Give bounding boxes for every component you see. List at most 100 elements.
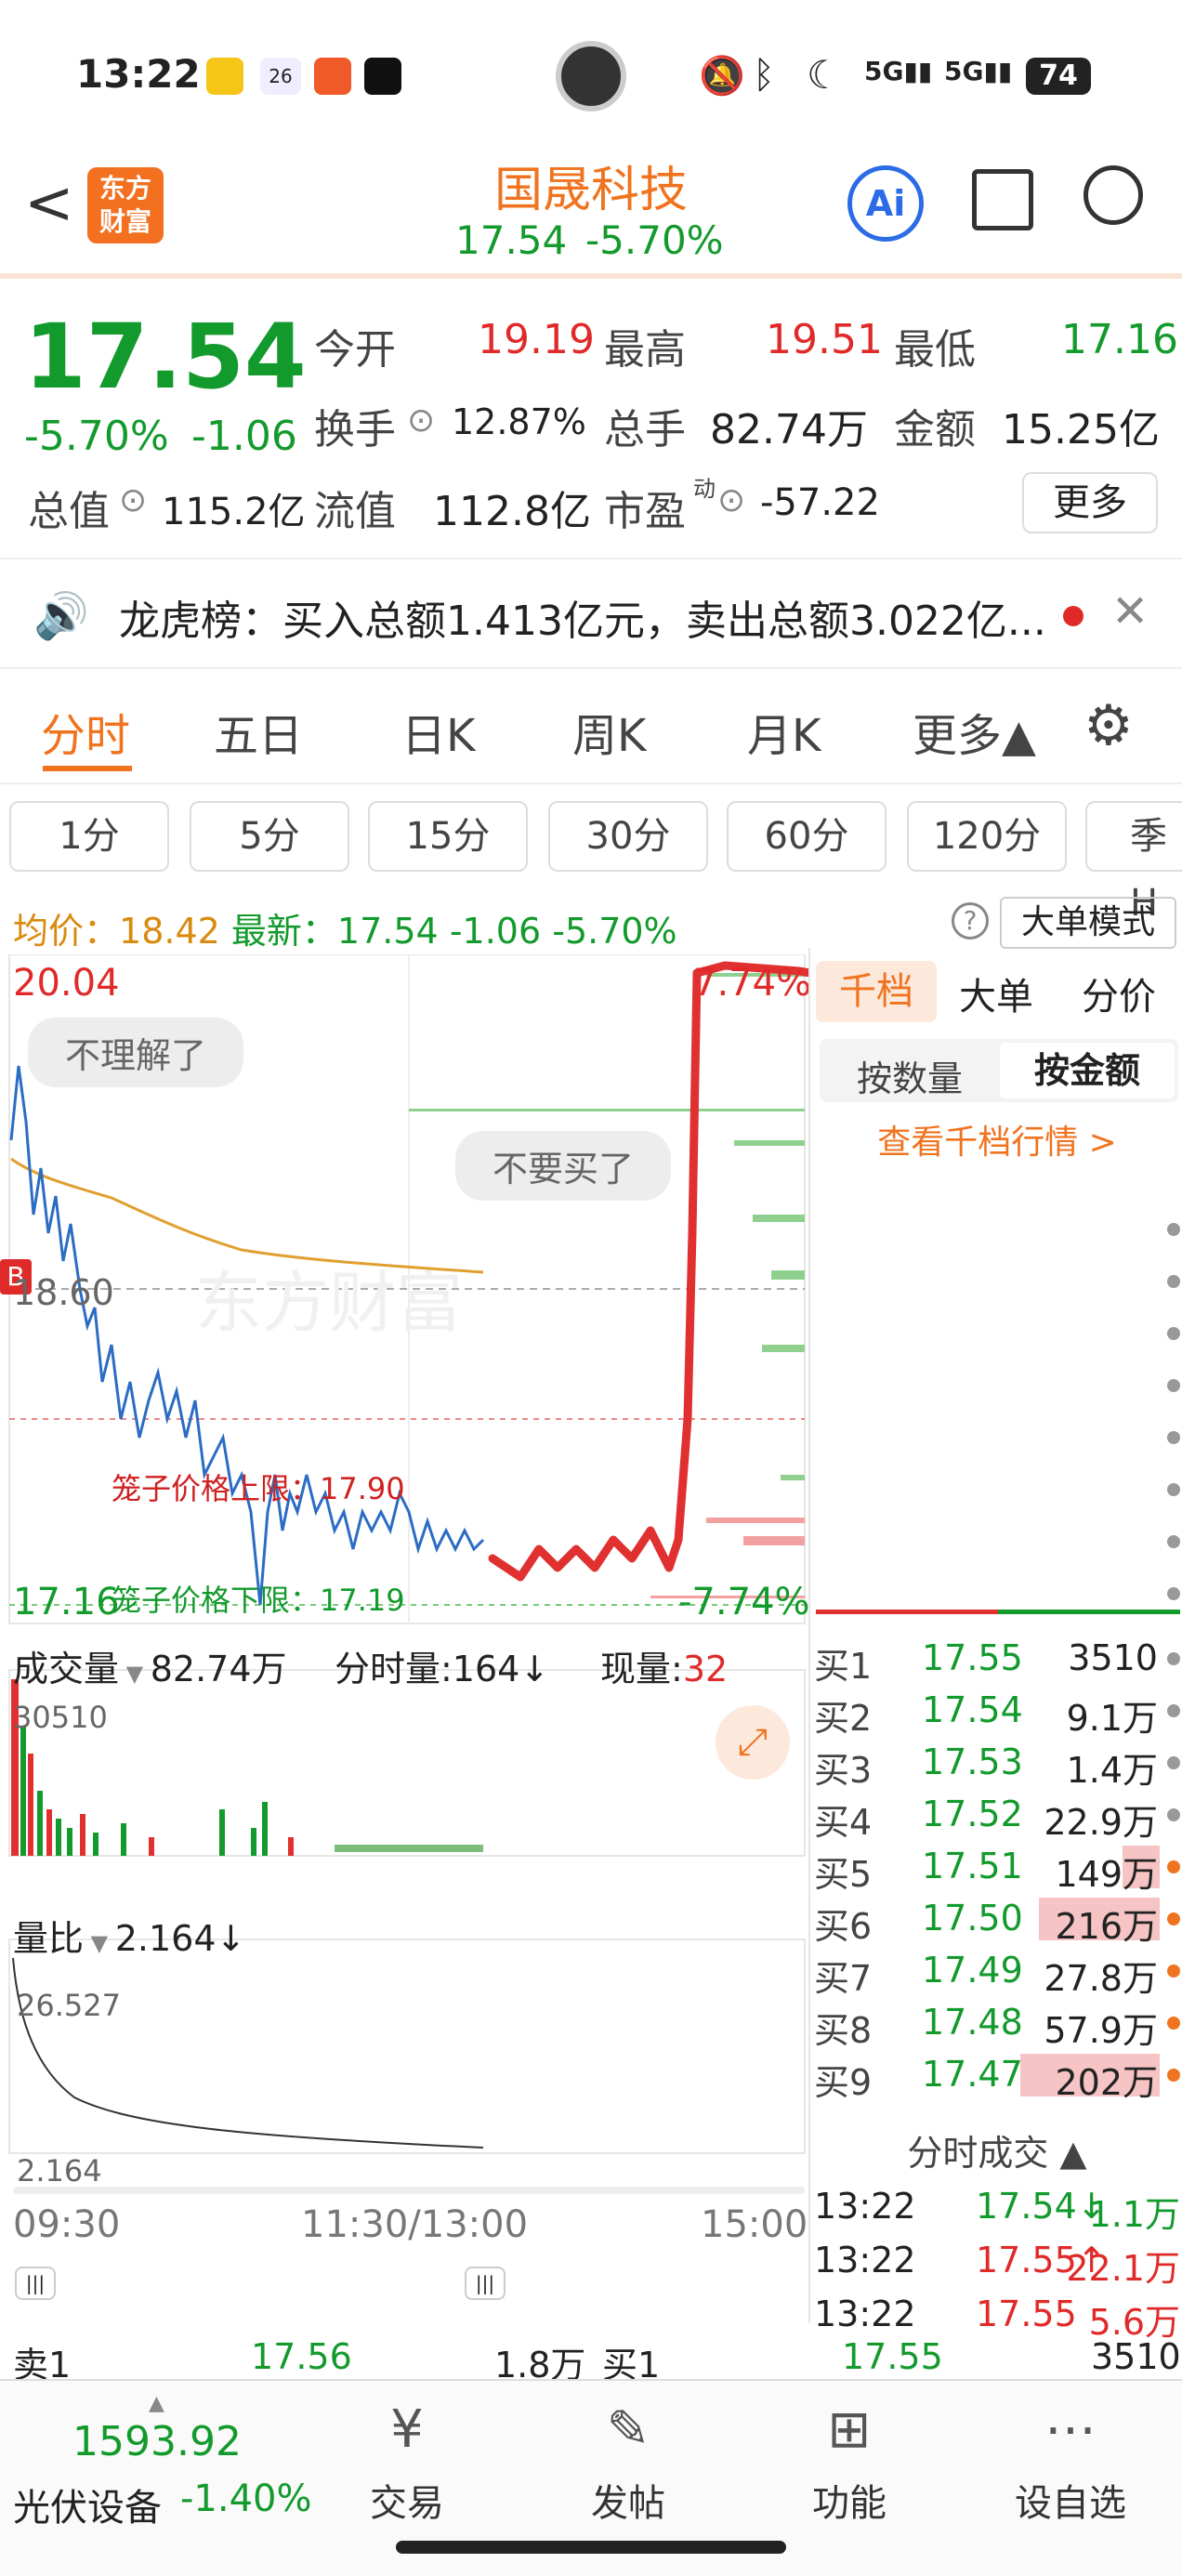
sell-row[interactable] xyxy=(810,1465,1182,1517)
buy-row[interactable]: 买6 17.50 216万 xyxy=(810,1894,1182,1947)
by-amount-tab[interactable]: 按金额 xyxy=(1000,1043,1175,1098)
stock-header: < 东方 财富 国晟科技 17.54 -5.70% Ai xyxy=(0,149,1182,279)
buy-row[interactable]: 买5 17.51 149万 xyxy=(810,1842,1182,1895)
back-icon[interactable]: < xyxy=(24,169,74,238)
book-level-volume: 216万 xyxy=(1055,1906,1158,1947)
book-level-volume: 202万 xyxy=(1055,2062,1158,2103)
chevron-up-icon[interactable]: ▲ xyxy=(149,2392,164,2415)
home-indicator[interactable] xyxy=(396,2541,786,2554)
volume-bar xyxy=(335,1845,483,1852)
ratio-label[interactable]: 量比 xyxy=(13,1918,84,1959)
buy-row[interactable]: 买7 17.49 27.8万 xyxy=(810,1946,1182,1999)
info-icon[interactable]: ⊙ xyxy=(717,481,745,519)
sell-row[interactable] xyxy=(810,1413,1182,1465)
mktcap-label: 总值 xyxy=(28,488,110,535)
sell-row[interactable] xyxy=(810,1517,1182,1569)
mute-icon: 🔕 xyxy=(699,55,745,98)
ratio-header: 量比 ▼ 2.164↓ xyxy=(13,1910,245,1961)
tab-big-order[interactable]: 大单 xyxy=(959,966,1033,1020)
index-value[interactable]: 1593.92 xyxy=(72,2418,242,2465)
tiktok-icon xyxy=(364,58,401,95)
dynamic-island-icon xyxy=(556,41,626,112)
header-change: -5.70% xyxy=(585,217,724,263)
latest-chg: -1.06 xyxy=(449,911,542,952)
tab-day-k[interactable]: 日K xyxy=(401,699,475,764)
volume-bar xyxy=(67,1828,72,1856)
close-icon[interactable]: ✕ xyxy=(1111,585,1149,637)
hand-drawn-annotation xyxy=(488,961,808,1582)
interval-30m[interactable]: 30分 xyxy=(548,801,708,872)
book-divider xyxy=(816,1610,1180,1614)
buy-row[interactable]: 买4 17.52 22.9万 xyxy=(810,1790,1182,1843)
book-level-volume: 22.9万 xyxy=(1044,1802,1158,1843)
dropdown-icon[interactable]: ▼ xyxy=(119,1661,151,1687)
buy-row[interactable]: 买2 17.54 9.1万 xyxy=(810,1686,1182,1739)
sell-row[interactable] xyxy=(810,1360,1182,1413)
info-icon[interactable]: ⊙ xyxy=(407,401,435,440)
nav-functions[interactable]: ⊞ 功能 xyxy=(756,2399,942,2527)
status-dot xyxy=(1167,1223,1180,1236)
info-icon[interactable]: ⊙ xyxy=(119,481,147,519)
volume-bar xyxy=(93,1833,98,1856)
buy-row[interactable]: 买9 17.47 202万 xyxy=(810,2050,1182,2103)
book-level-label: 买8 xyxy=(814,2010,873,2051)
status-dot xyxy=(1167,1535,1180,1548)
interval-60m[interactable]: 60分 xyxy=(727,801,886,872)
buy-row[interactable]: 买1 17.55 3510 xyxy=(810,1634,1182,1687)
interval-5m[interactable]: 5分 xyxy=(190,801,349,872)
ratio-panel-frame xyxy=(8,1939,806,2154)
dragon-tiger-notice[interactable]: 🔊 龙虎榜：买入总额1.413亿元，卖出总额3.022亿... ✕ xyxy=(0,558,1182,669)
tab-five-day[interactable]: 五日 xyxy=(214,699,303,764)
tab-price-split[interactable]: 分价 xyxy=(1082,966,1156,1020)
tab-more[interactable]: 更多▲ xyxy=(913,699,1036,764)
tab-fenshi[interactable]: 分时 xyxy=(41,699,130,764)
status-dot xyxy=(1167,2069,1180,2082)
buy-row[interactable]: 买8 17.48 57.9万 xyxy=(810,1998,1182,2051)
calendar-icon: 26 xyxy=(260,58,301,95)
dropdown-icon[interactable]: ▼ xyxy=(84,1930,115,1956)
scroll-handle-right[interactable]: ||| xyxy=(465,2267,506,2300)
nav-watchlist-label: 设自选 xyxy=(1015,2482,1126,2525)
help-icon[interactable]: ? xyxy=(952,902,989,940)
book-level-price: 17.47 xyxy=(922,2054,1023,2095)
tab-week-k[interactable]: 周K xyxy=(572,699,646,764)
comment-bubble[interactable]: 不理解了 xyxy=(28,1018,244,1087)
interval-1m[interactable]: 1分 xyxy=(9,801,169,872)
ai-button[interactable]: Ai xyxy=(847,165,924,242)
edit-icon: ✎ xyxy=(606,2399,650,2460)
eastmoney-logo[interactable]: 东方 财富 xyxy=(87,167,164,243)
scroll-handle-left[interactable]: ||| xyxy=(15,2267,56,2300)
by-quantity-tab[interactable]: 按数量 xyxy=(857,1050,963,1101)
tab-thousand-level[interactable]: 千档 xyxy=(816,961,937,1022)
nav-trade[interactable]: ¥ 交易 xyxy=(314,2399,500,2527)
view-depth-link[interactable]: 查看千档行情 > xyxy=(810,1115,1182,1163)
nav-watchlist[interactable]: ⋯ 设自选 xyxy=(978,2399,1163,2527)
vol-label[interactable]: 成交量 xyxy=(13,1649,119,1689)
yuan-icon: ¥ xyxy=(390,2399,424,2460)
tab-month-k[interactable]: 月K xyxy=(747,699,821,764)
comment-bubble[interactable]: 不要买了 xyxy=(455,1131,672,1201)
header-price-value: 17.54 xyxy=(455,217,568,263)
interval-season[interactable]: 季H xyxy=(1085,801,1182,925)
interval-15m[interactable]: 15分 xyxy=(368,801,528,872)
time-trades-title[interactable]: 分时成交 ▲ xyxy=(810,2124,1182,2175)
expand-icon[interactable]: ⤢ xyxy=(716,1705,790,1780)
buy-row[interactable]: 买3 17.53 1.4万 xyxy=(810,1738,1182,1791)
float-value: 112.8亿 xyxy=(433,488,591,535)
more-button[interactable]: 更多 xyxy=(1022,472,1158,533)
trade-time: 13:22 xyxy=(814,2240,916,2280)
index-name[interactable]: 光伏设备 xyxy=(13,2477,162,2531)
sell-row[interactable] xyxy=(810,1308,1182,1360)
sell-row[interactable] xyxy=(810,1204,1182,1256)
sell-row[interactable] xyxy=(810,1256,1182,1308)
search-icon[interactable] xyxy=(1084,165,1143,225)
nav-post[interactable]: ✎ 发帖 xyxy=(535,2399,721,2527)
pe-value: -57.22 xyxy=(760,481,880,524)
settings-icon[interactable]: ⚙ xyxy=(1084,693,1134,758)
big-order-mode-button[interactable]: 大单模式 xyxy=(1000,897,1176,949)
time-scrollbar-track[interactable] xyxy=(13,2187,805,2194)
share-icon[interactable] xyxy=(972,169,1033,230)
depth-bars xyxy=(409,973,805,1598)
latest-pct: -5.70% xyxy=(552,911,677,952)
interval-120m[interactable]: 120分 xyxy=(907,801,1067,872)
